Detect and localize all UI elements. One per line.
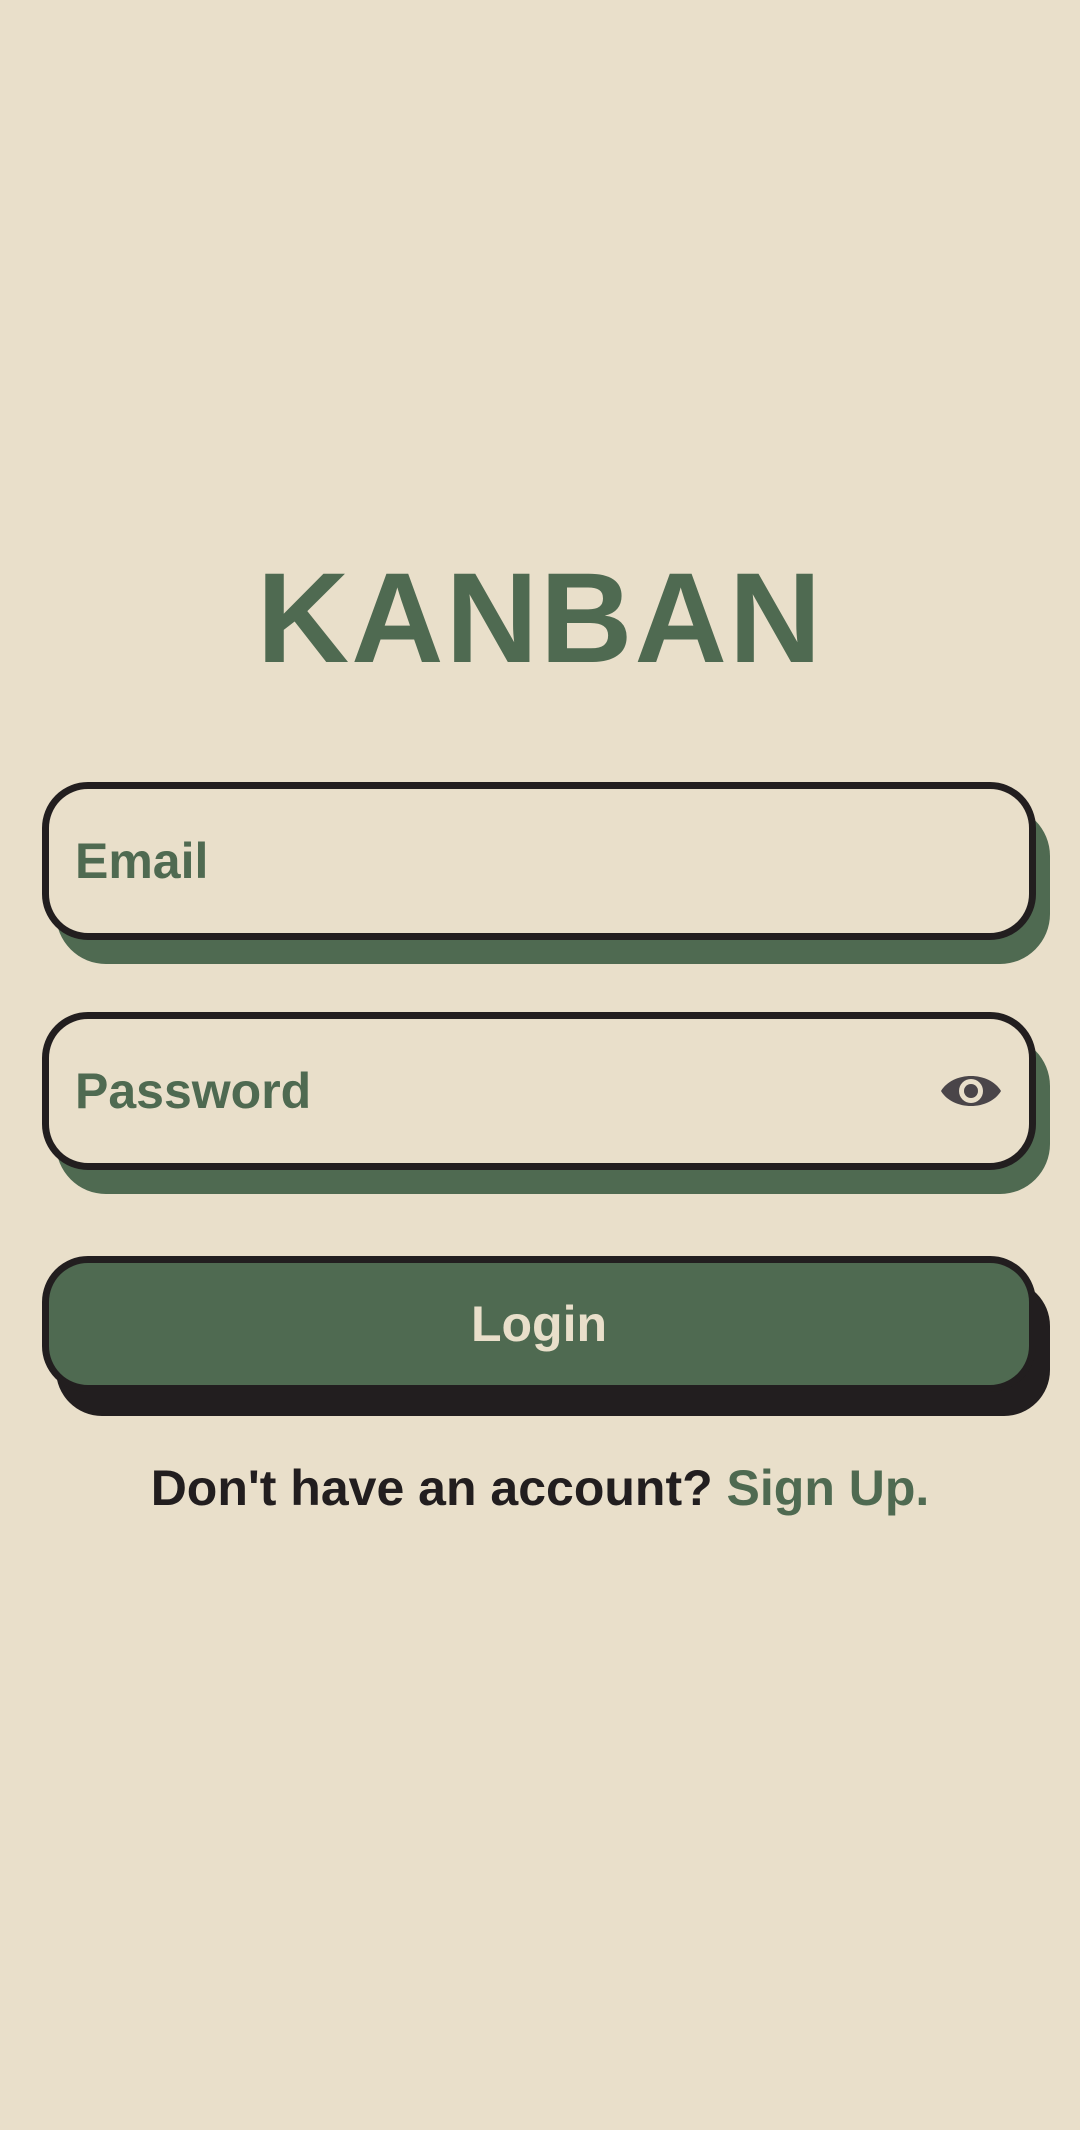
login-button[interactable]: Login bbox=[42, 1256, 1036, 1392]
password-field-box[interactable] bbox=[42, 1012, 1036, 1170]
email-field-box[interactable] bbox=[42, 782, 1036, 940]
eye-icon[interactable] bbox=[939, 1069, 1003, 1113]
signup-link[interactable]: Sign Up. bbox=[727, 1460, 930, 1516]
password-field[interactable] bbox=[49, 1062, 939, 1120]
email-field[interactable] bbox=[49, 832, 1029, 890]
email-field-container bbox=[42, 782, 1050, 964]
signup-prompt-row: Don't have an account? Sign Up. bbox=[0, 1458, 1080, 1518]
app-title: KANBAN bbox=[256, 547, 824, 690]
eye-icon-svg bbox=[941, 1076, 1001, 1106]
login-button-container: Login bbox=[42, 1256, 1050, 1416]
signup-prompt-text: Don't have an account? bbox=[150, 1460, 727, 1516]
password-field-container bbox=[42, 1012, 1050, 1194]
